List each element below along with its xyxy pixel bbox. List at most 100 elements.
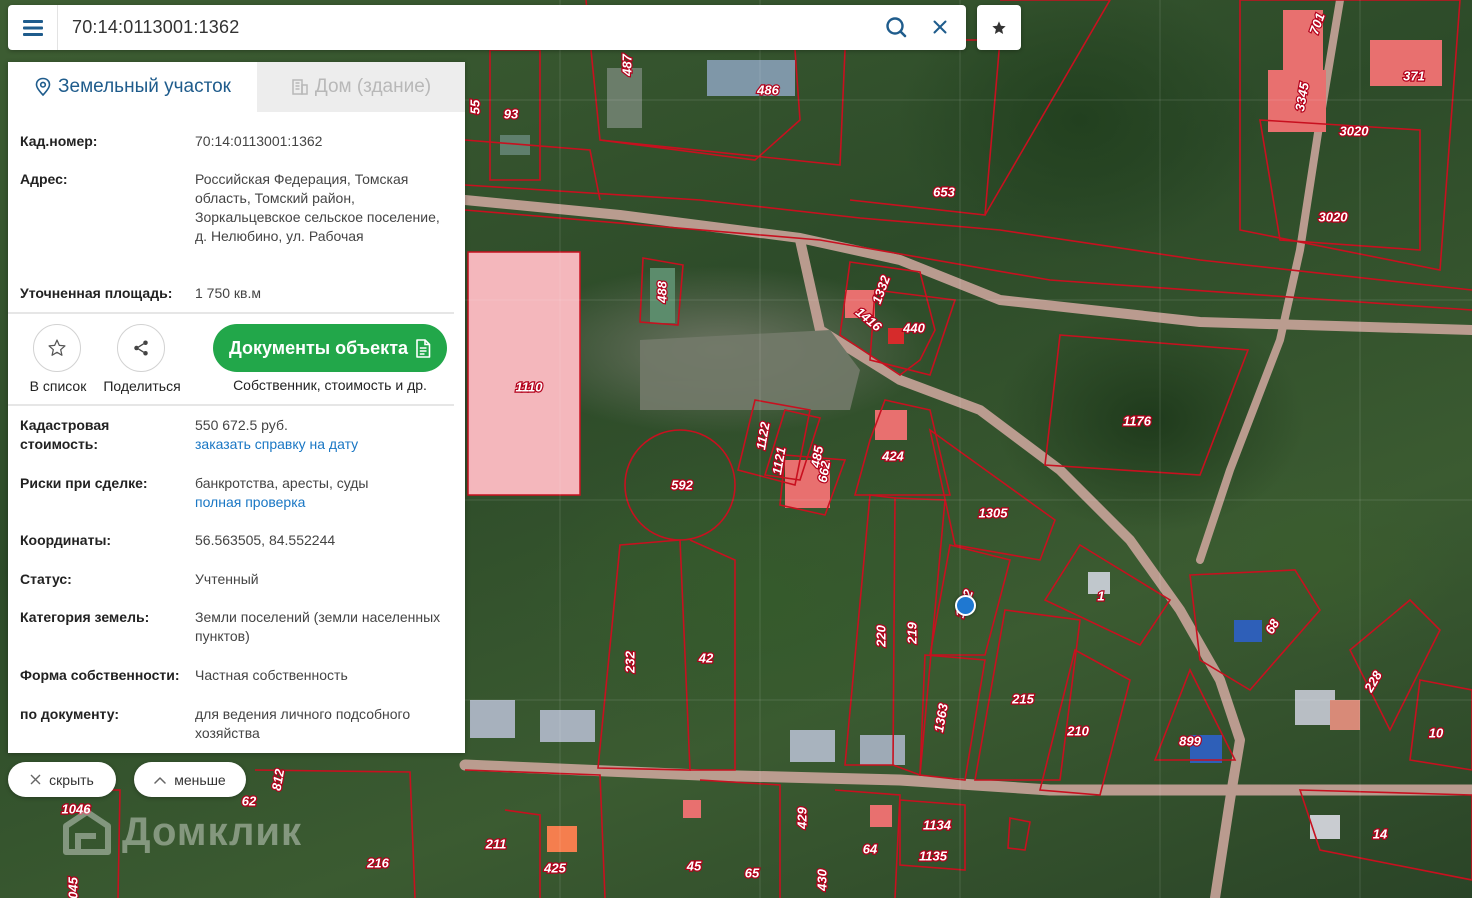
parcel-label: 215: [1011, 691, 1034, 706]
area-value: 1 750 кв.м: [195, 285, 262, 301]
star-icon: [992, 20, 1006, 34]
parcel-label: 68: [1262, 616, 1283, 637]
location-pin-icon: [35, 77, 51, 97]
parcel-label: 812: [269, 767, 288, 792]
status-label: Статус:: [20, 571, 72, 587]
hide-panel-label: скрыть: [49, 771, 94, 788]
deal-risks-text: банкротства, аресты, суды: [195, 475, 369, 491]
cadastral-cost-value: 550 672.5 руб. заказать справку на дату: [195, 416, 450, 454]
selected-parcel-marker[interactable]: [955, 595, 976, 616]
address-label: Адрес:: [20, 171, 68, 187]
parcel-label: 488: [654, 280, 669, 303]
status-value: Учтенный: [195, 571, 259, 587]
tab-land-plot[interactable]: Земельный участок: [8, 62, 257, 112]
star-outline-icon: [48, 339, 66, 356]
parcel-label: 371: [1403, 68, 1425, 83]
document-icon: [416, 338, 431, 358]
parcel-label: 1305: [979, 505, 1009, 520]
share-icon: [134, 340, 148, 356]
parcel-label: 216: [366, 855, 389, 870]
parcel-label: 65: [745, 865, 760, 880]
divider: [8, 404, 454, 406]
object-documents-subtitle: Собственник, стоимость и др.: [233, 377, 427, 393]
parcel-label: 220: [873, 624, 888, 647]
tab-building[interactable]: Дом (здание): [257, 62, 465, 112]
parcel-label: 440: [902, 320, 925, 335]
cad-number-label: Кад.номер:: [20, 133, 98, 149]
search-input[interactable]: 70:14:0113001:1362: [72, 5, 239, 50]
parcel-label: 486: [756, 82, 779, 97]
order-certificate-link[interactable]: заказать справку на дату: [195, 435, 450, 454]
close-icon[interactable]: [928, 15, 952, 39]
by-document-value: для ведения личного подсобного хозяйства: [195, 706, 411, 741]
parcel-label: 210: [1066, 723, 1089, 738]
share-label: Поделиться: [103, 378, 181, 394]
highlight-parcel-1110: [467, 251, 581, 496]
parcel-label: 45: [686, 858, 702, 873]
parcel-label: 62: [242, 793, 257, 808]
parcel-label: 1134: [923, 817, 952, 832]
parcel-label: 045: [65, 876, 80, 898]
parcel-label: 1416: [853, 304, 885, 335]
by-document-label: по документу:: [20, 706, 120, 722]
parcel-label: 228: [1361, 668, 1386, 696]
ownership-label: Форма собственности:: [20, 667, 180, 683]
parcel-label: 1122: [753, 420, 773, 451]
parcel-label: 1135: [919, 848, 948, 863]
add-to-list-button[interactable]: [33, 324, 81, 372]
parcel-label: 1176: [1123, 413, 1152, 428]
deal-risks-label: Риски при сделке:: [20, 475, 148, 491]
domclick-logo-icon: [63, 809, 111, 855]
area-label: Уточненная площадь:: [20, 285, 173, 301]
parcel-info-panel: Земельный участок Дом (здание) Кад.номер…: [8, 62, 465, 753]
hamburger-icon: [22, 19, 43, 36]
tab-building-label: Дом (здание): [314, 76, 432, 97]
parcel-label: 487: [619, 53, 634, 76]
cad-number-link[interactable]: 70:14:0113001:1362: [195, 132, 450, 151]
coordinates-value: 56.563505, 84.552244: [195, 532, 336, 548]
land-category-value: Земли поселений (земли населенных пункто…: [195, 609, 441, 644]
parcel-label: 662: [815, 459, 834, 484]
object-documents-label: Документы объекта: [228, 337, 409, 358]
divider: [8, 312, 454, 314]
parcel-label: 592: [671, 477, 693, 492]
tabs: Земельный участок Дом (здание): [8, 62, 465, 112]
parcel-label: 424: [881, 448, 904, 463]
parcel-label: 55: [467, 99, 482, 114]
land-category-label: Категория земель:: [20, 609, 150, 625]
parcel-label: 14: [1373, 826, 1388, 841]
collapse-panel-label: меньше: [174, 771, 226, 788]
full-check-link[interactable]: полная проверка: [195, 493, 450, 512]
action-bar: В список Поделиться Документы объекта Со…: [8, 316, 465, 408]
search-icon[interactable]: [884, 15, 908, 39]
parcel-label: 899: [1179, 733, 1201, 748]
coordinates-label: Координаты:: [20, 532, 112, 548]
search-bar: 70:14:0113001:1362: [8, 5, 966, 50]
address-value: Российская Федерация, Томская область, Т…: [195, 171, 440, 244]
close-icon: [30, 774, 41, 785]
collapse-panel-button[interactable]: меньше: [134, 762, 246, 797]
tab-land-plot-label: Земельный участок: [58, 76, 231, 97]
building-icon: [292, 79, 308, 95]
parcel-label: 1: [1097, 588, 1104, 603]
cadastral-cost-amount: 550 672.5 руб.: [195, 417, 288, 433]
favorites-button[interactable]: [977, 5, 1021, 50]
object-documents-button[interactable]: Документы объекта: [213, 324, 447, 372]
share-button[interactable]: [117, 324, 165, 372]
parcel-label: 10: [1429, 725, 1444, 740]
parcel-label: 219: [904, 621, 919, 644]
hide-panel-button[interactable]: скрыть: [8, 762, 116, 797]
parcel-label: 93: [504, 106, 519, 121]
parcel-label: 211: [485, 836, 507, 851]
parcel-label: 1110: [516, 379, 544, 394]
parcel-label: 1363: [931, 702, 951, 734]
parcel-label: 232: [622, 650, 637, 673]
cadastral-cost-label: Кадастровая стоимость:: [20, 417, 110, 452]
domclick-watermark: Домклик: [60, 808, 302, 856]
parcel-label: 3020: [1340, 123, 1370, 138]
menu-button[interactable]: [8, 5, 58, 50]
ownership-value: Частная собственность: [195, 667, 348, 683]
parcel-label: 425: [543, 860, 566, 875]
parcel-label: 3020: [1319, 209, 1349, 224]
parcel-label: 429: [794, 806, 809, 829]
